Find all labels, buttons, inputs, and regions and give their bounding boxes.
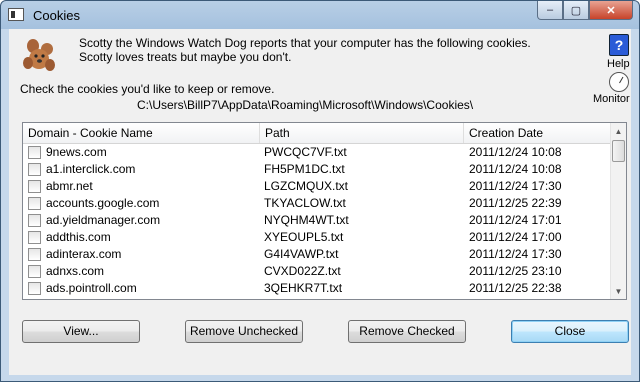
cookie-creation-date: 2011/12/24 17:01 — [469, 213, 562, 227]
cookie-path: NYQHM4WT.txt — [264, 213, 349, 227]
cookie-creation-date: 2011/12/24 17:30 — [469, 247, 562, 261]
caption-buttons: – ▢ ✕ — [537, 1, 633, 20]
table-row[interactable]: ad.yieldmanager.com NYQHM4WT.txt 2011/12/2… — [23, 212, 611, 229]
cookie-domain: a1.interclick.com — [46, 162, 136, 176]
monitor-label[interactable]: Monitor — [593, 93, 630, 105]
cookie-domain: accounts.google.com — [46, 196, 160, 210]
column-header-creation-date[interactable]: Creation Date — [464, 123, 611, 143]
table-row[interactable]: adinterax.com G4I4VAWP.txt 2011/12/24 17:3… — [23, 246, 611, 263]
cookie-path: TKYACLOW.txt — [264, 196, 346, 210]
minimize-button[interactable]: – — [537, 1, 563, 20]
cookie-creation-date: 2011/12/24 10:08 — [469, 145, 562, 159]
dialog-client-area: Scotty the Windows Watch Dog reports tha… — [9, 29, 631, 375]
watch-dog-icon — [23, 39, 55, 71]
view-button[interactable]: View... — [22, 320, 140, 343]
scroll-thumb[interactable] — [612, 140, 625, 162]
cookie-domain: abmr.net — [46, 179, 93, 193]
status-strip — [9, 375, 631, 381]
maximize-button[interactable]: ▢ — [563, 1, 589, 20]
monitor-gauge-icon[interactable] — [609, 72, 629, 92]
cookie-path: CVXD022Z.txt — [264, 264, 341, 278]
window-app-icon — [8, 8, 24, 21]
remove-checked-button[interactable]: Remove Checked — [348, 320, 466, 343]
table-row[interactable]: ads.pointroll.com 3QEHKR7T.txt 2011/12/25 … — [23, 280, 611, 297]
cookie-path: XYEOUPL5.txt — [264, 230, 344, 244]
scroll-down-arrow-icon[interactable]: ▼ — [611, 283, 626, 299]
row-checkbox[interactable] — [28, 180, 41, 193]
cookies-folder-path: C:\Users\BillP7\AppData\Roaming\Microsof… — [137, 98, 474, 112]
cookie-path: 3QEHKR7T.txt — [264, 281, 343, 295]
cookie-creation-date: 2011/12/24 17:30 — [469, 179, 562, 193]
cookie-domain: adinterax.com — [46, 247, 122, 261]
cookie-creation-date: 2011/12/24 10:08 — [469, 162, 562, 176]
cookie-path: G4I4VAWP.txt — [264, 247, 339, 261]
remove-unchecked-button[interactable]: Remove Unchecked — [185, 320, 303, 343]
help-label[interactable]: Help — [607, 58, 630, 70]
cookie-domain: 9news.com — [46, 145, 107, 159]
column-header-domain[interactable]: Domain - Cookie Name — [23, 123, 260, 143]
row-checkbox[interactable] — [28, 146, 41, 159]
row-checkbox[interactable] — [28, 282, 41, 295]
cookie-path: FH5PM1DC.txt — [264, 162, 345, 176]
cookie-domain: addthis.com — [46, 230, 111, 244]
table-row[interactable]: adnxs.com CVXD022Z.txt 2011/12/25 23:10 — [23, 263, 611, 280]
cookie-creation-date: 2011/12/25 22:39 — [469, 196, 562, 210]
cookie-creation-date: 2011/12/25 23:10 — [469, 264, 562, 278]
help-icon[interactable]: ? — [609, 34, 629, 56]
title-bar[interactable]: Cookies – ▢ ✕ — [1, 1, 639, 29]
list-header: Domain - Cookie Name Path Creation Date — [23, 123, 611, 144]
table-row[interactable]: addthis.com XYEOUPL5.txt 2011/12/24 17:00 — [23, 229, 611, 246]
table-row[interactable]: accounts.google.com TKYACLOW.txt 2011/12/2… — [23, 195, 611, 212]
table-row[interactable]: abmr.net LGZCMQUX.txt 2011/12/24 17:30 — [23, 178, 611, 195]
cookie-domain: ads.pointroll.com — [46, 281, 137, 295]
column-header-path[interactable]: Path — [260, 123, 464, 143]
close-window-button[interactable]: ✕ — [589, 1, 633, 20]
cookie-domain: adnxs.com — [46, 264, 105, 278]
cookie-path: PWCQC7VF.txt — [264, 145, 347, 159]
cookie-creation-date: 2011/12/25 22:38 — [469, 281, 562, 295]
row-checkbox[interactable] — [28, 163, 41, 176]
row-checkbox[interactable] — [28, 265, 41, 278]
vertical-scrollbar[interactable]: ▲ ▼ — [610, 123, 626, 299]
table-row[interactable]: 9news.com PWCQC7VF.txt 2011/12/24 10:08 — [23, 144, 611, 161]
scroll-up-arrow-icon[interactable]: ▲ — [611, 123, 626, 139]
cookie-creation-date: 2011/12/24 17:00 — [469, 230, 562, 244]
cookies-window: Cookies – ▢ ✕ Scotty the Windows Watch D… — [0, 0, 640, 382]
table-row[interactable]: a1.interclick.com FH5PM1DC.txt 2011/12/24 … — [23, 161, 611, 178]
close-button[interactable]: Close — [511, 320, 629, 343]
cookie-rows: 9news.com PWCQC7VF.txt 2011/12/24 10:08 a1.… — [23, 144, 611, 297]
cookie-domain: ad.yieldmanager.com — [46, 213, 161, 227]
row-checkbox[interactable] — [28, 214, 41, 227]
row-checkbox[interactable] — [28, 248, 41, 261]
instruction-text: Check the cookies you'd like to keep or … — [20, 82, 275, 96]
window-title: Cookies — [33, 8, 80, 23]
row-checkbox[interactable] — [28, 231, 41, 244]
row-checkbox[interactable] — [28, 197, 41, 210]
cookie-list[interactable]: Domain - Cookie Name Path Creation Date … — [22, 122, 627, 300]
intro-text: Scotty the Windows Watch Dog reports tha… — [79, 36, 531, 64]
cookie-path: LGZCMQUX.txt — [264, 179, 349, 193]
